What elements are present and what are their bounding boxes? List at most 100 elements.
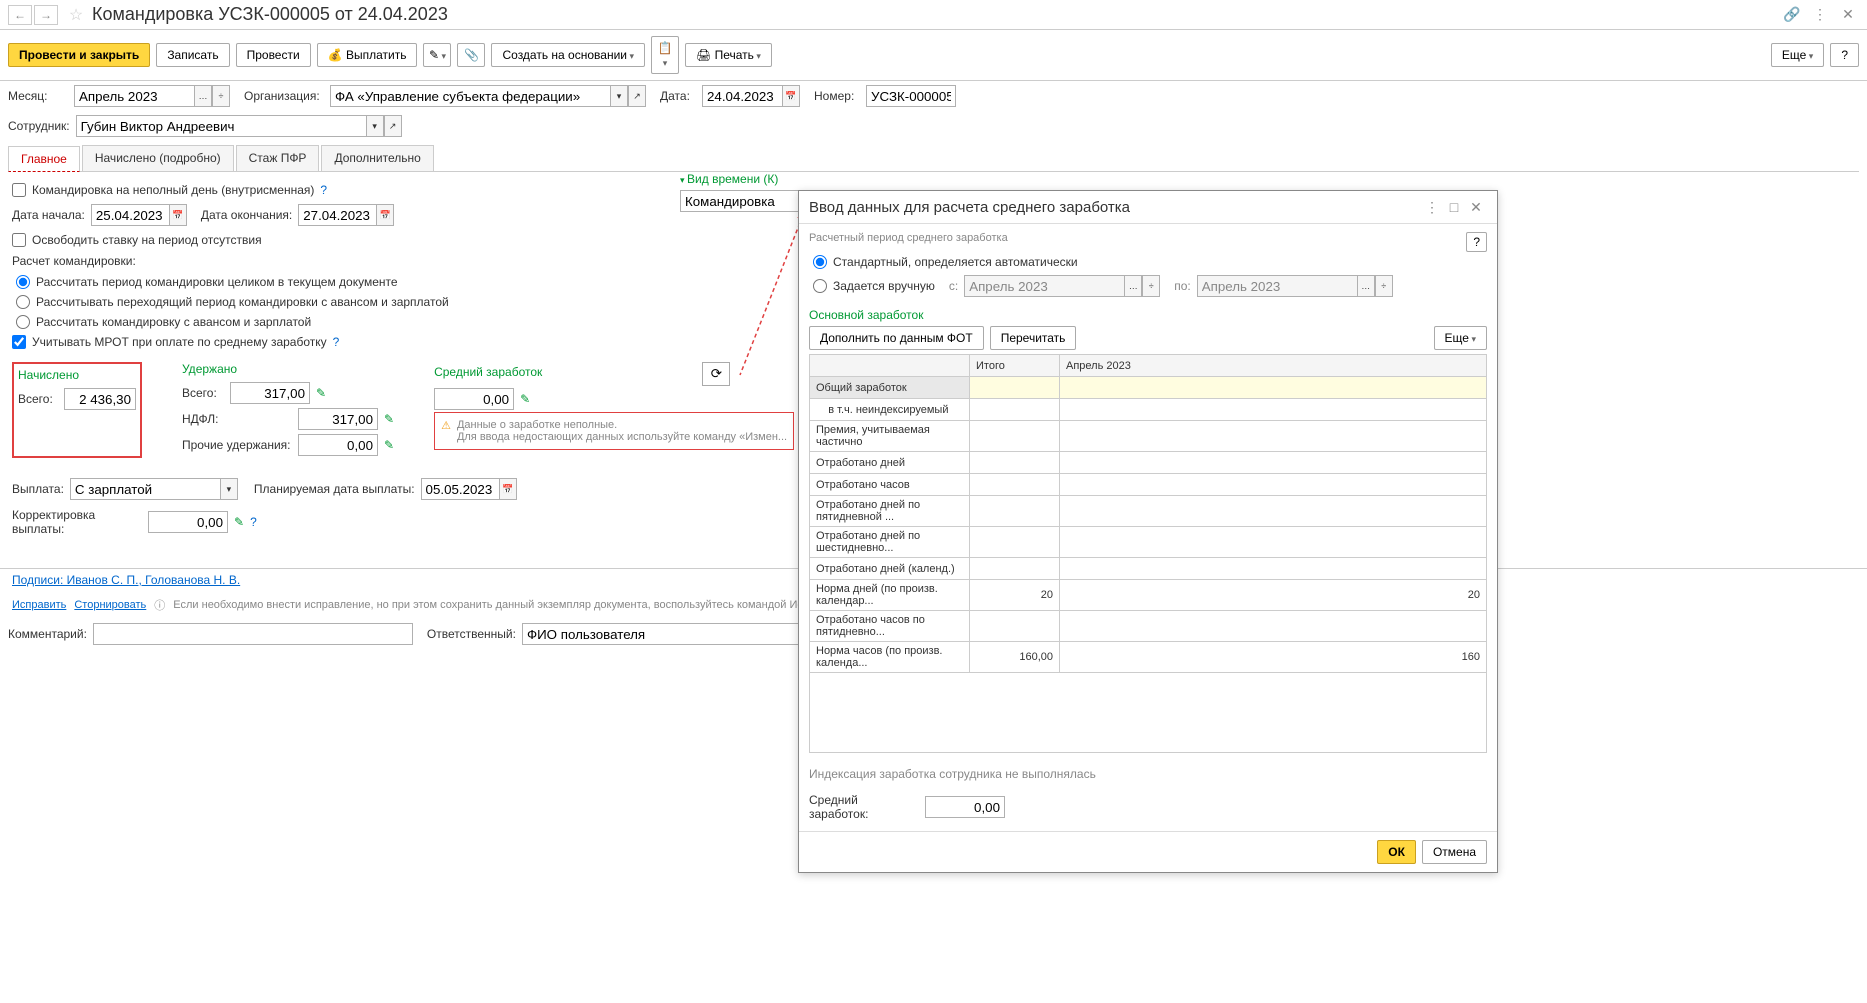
save-button[interactable]: Записать xyxy=(156,43,229,67)
table-row[interactable]: Отработано дней xyxy=(810,452,1487,474)
emp-open[interactable]: ↗ xyxy=(384,115,402,137)
clipboard-button[interactable]: 📋 xyxy=(651,36,679,74)
corr-input[interactable] xyxy=(148,511,228,533)
nav-fwd-button[interactable]: → xyxy=(34,5,58,25)
pencil-icon[interactable]: ✎ xyxy=(234,515,244,529)
popup-help-button[interactable]: ? xyxy=(1466,232,1487,252)
recalc-button[interactable]: Перечитать xyxy=(990,326,1077,350)
payout-input[interactable] xyxy=(70,478,220,500)
tab-pfr[interactable]: Стаж ПФР xyxy=(236,145,320,171)
popup-max-icon[interactable]: □ xyxy=(1443,197,1465,217)
accrued-total-input[interactable] xyxy=(64,388,136,410)
post-button[interactable]: Провести xyxy=(236,43,311,67)
table-row[interactable]: Общий заработок xyxy=(810,377,1487,399)
plan-date-cal[interactable]: 📅 xyxy=(499,478,517,500)
calc-r1-radio[interactable] xyxy=(16,275,30,289)
to-spin[interactable]: ÷ xyxy=(1375,275,1393,297)
period-std-radio[interactable] xyxy=(813,255,827,269)
month-input[interactable] xyxy=(74,85,194,107)
pay-button[interactable]: 💰 Выплатить xyxy=(317,43,418,67)
avg-input[interactable] xyxy=(434,388,514,410)
end-input[interactable] xyxy=(298,204,376,226)
period-manual-radio[interactable] xyxy=(813,279,827,293)
tab-extra[interactable]: Дополнительно xyxy=(321,145,433,171)
to-label: по: xyxy=(1174,279,1191,293)
start-input[interactable] xyxy=(91,204,169,226)
create-based-button[interactable]: Создать на основании xyxy=(491,43,645,67)
calc-r2-radio[interactable] xyxy=(16,295,30,309)
resp-input[interactable] xyxy=(522,623,842,645)
attach-button[interactable]: 📎 xyxy=(457,43,485,67)
table-row[interactable]: Отработано дней по шестидневно... xyxy=(810,527,1487,558)
pencil-icon[interactable]: ✎ xyxy=(384,412,394,426)
post-close-button[interactable]: Провести и закрыть xyxy=(8,43,150,67)
wand-button[interactable]: ✎ xyxy=(423,43,451,67)
calc-r3-radio[interactable] xyxy=(16,315,30,329)
fix-link[interactable]: Исправить xyxy=(12,599,66,611)
withheld-total-input[interactable] xyxy=(230,382,310,404)
popup-more-button[interactable]: Еще xyxy=(1434,326,1487,350)
partial-day-checkbox[interactable] xyxy=(12,183,26,197)
pencil-icon[interactable]: ✎ xyxy=(520,392,530,406)
pencil-icon[interactable]: ✎ xyxy=(384,438,394,452)
to-more[interactable]: … xyxy=(1357,275,1375,297)
print-button[interactable]: 🖨 Печать xyxy=(685,43,772,67)
ndfl-input[interactable] xyxy=(298,408,378,430)
corr-label: Корректировка выплаты: xyxy=(12,508,142,536)
help-icon[interactable]: ? xyxy=(250,515,257,529)
date-cal[interactable]: 📅 xyxy=(782,85,800,107)
org-dd[interactable]: ▾ xyxy=(610,85,628,107)
org-open[interactable]: ↗ xyxy=(628,85,646,107)
close-icon[interactable]: ✕ xyxy=(1837,5,1859,25)
table-row[interactable]: Премия, учитываемая частично xyxy=(810,421,1487,452)
cancel-button[interactable]: Отмена xyxy=(1422,840,1487,864)
table-row[interactable]: Отработано часов по пятидневно... xyxy=(810,611,1487,642)
comment-input[interactable] xyxy=(93,623,413,645)
date-input[interactable] xyxy=(702,85,782,107)
time-type-link[interactable]: Вид времени (К) xyxy=(680,172,994,186)
ok-button[interactable]: ОК xyxy=(1377,840,1416,864)
from-spin[interactable]: ÷ xyxy=(1142,275,1160,297)
emp-input[interactable] xyxy=(76,115,366,137)
refresh-button[interactable]: ⟳ xyxy=(702,362,730,386)
help-icon[interactable]: ? xyxy=(333,335,340,349)
payout-dd[interactable]: ▾ xyxy=(220,478,238,500)
link-icon[interactable]: 🔗 xyxy=(1781,5,1803,25)
start-cal[interactable]: 📅 xyxy=(169,204,187,226)
emp-dd[interactable]: ▾ xyxy=(366,115,384,137)
more-button[interactable]: Еще xyxy=(1771,43,1824,67)
mrot-checkbox[interactable] xyxy=(12,335,26,349)
help-icon[interactable]: ? xyxy=(320,183,327,197)
month-spin[interactable]: ÷ xyxy=(212,85,230,107)
tab-accrued[interactable]: Начислено (подробно) xyxy=(82,145,234,171)
table-row[interactable]: Отработано дней по пятидневной ... xyxy=(810,496,1487,527)
earning-table[interactable]: Итого Апрель 2023 Общий заработок в т.ч.… xyxy=(809,354,1487,673)
to-input xyxy=(1197,275,1357,297)
help-button[interactable]: ? xyxy=(1830,43,1859,67)
table-row[interactable]: Отработано дней (календ.) xyxy=(810,558,1487,580)
storno-link[interactable]: Сторнировать xyxy=(74,599,146,611)
ndfl-label: НДФЛ: xyxy=(182,412,292,426)
popup-kebab-icon[interactable]: ⋮ xyxy=(1421,197,1443,217)
table-row[interactable]: Отработано часов xyxy=(810,474,1487,496)
nav-back-button[interactable]: ← xyxy=(8,5,32,25)
signs-link[interactable]: Подписи: Иванов С. П., Голованова Н. В. xyxy=(12,573,240,587)
popup-close-icon[interactable]: ✕ xyxy=(1465,197,1487,217)
from-more[interactable]: … xyxy=(1124,275,1142,297)
fill-fot-button[interactable]: Дополнить по данным ФОТ xyxy=(809,326,984,350)
other-input[interactable] xyxy=(298,434,378,456)
kebab-icon[interactable]: ⋮ xyxy=(1809,5,1831,25)
table-row[interactable]: Норма дней (по произв. календар...2020 xyxy=(810,580,1487,611)
org-input[interactable] xyxy=(330,85,610,107)
popup-avg-input[interactable] xyxy=(925,796,1005,818)
month-clear[interactable]: … xyxy=(194,85,212,107)
table-row[interactable]: Норма часов (по произв. календа...160,00… xyxy=(810,642,1487,673)
pencil-icon[interactable]: ✎ xyxy=(316,386,326,400)
plan-date-input[interactable] xyxy=(421,478,499,500)
table-row[interactable]: в т.ч. неиндексируемый xyxy=(810,399,1487,421)
num-input[interactable] xyxy=(866,85,956,107)
tab-main[interactable]: Главное xyxy=(8,146,80,172)
favorite-icon[interactable]: ☆ xyxy=(64,5,88,25)
end-cal[interactable]: 📅 xyxy=(376,204,394,226)
free-rate-checkbox[interactable] xyxy=(12,233,26,247)
